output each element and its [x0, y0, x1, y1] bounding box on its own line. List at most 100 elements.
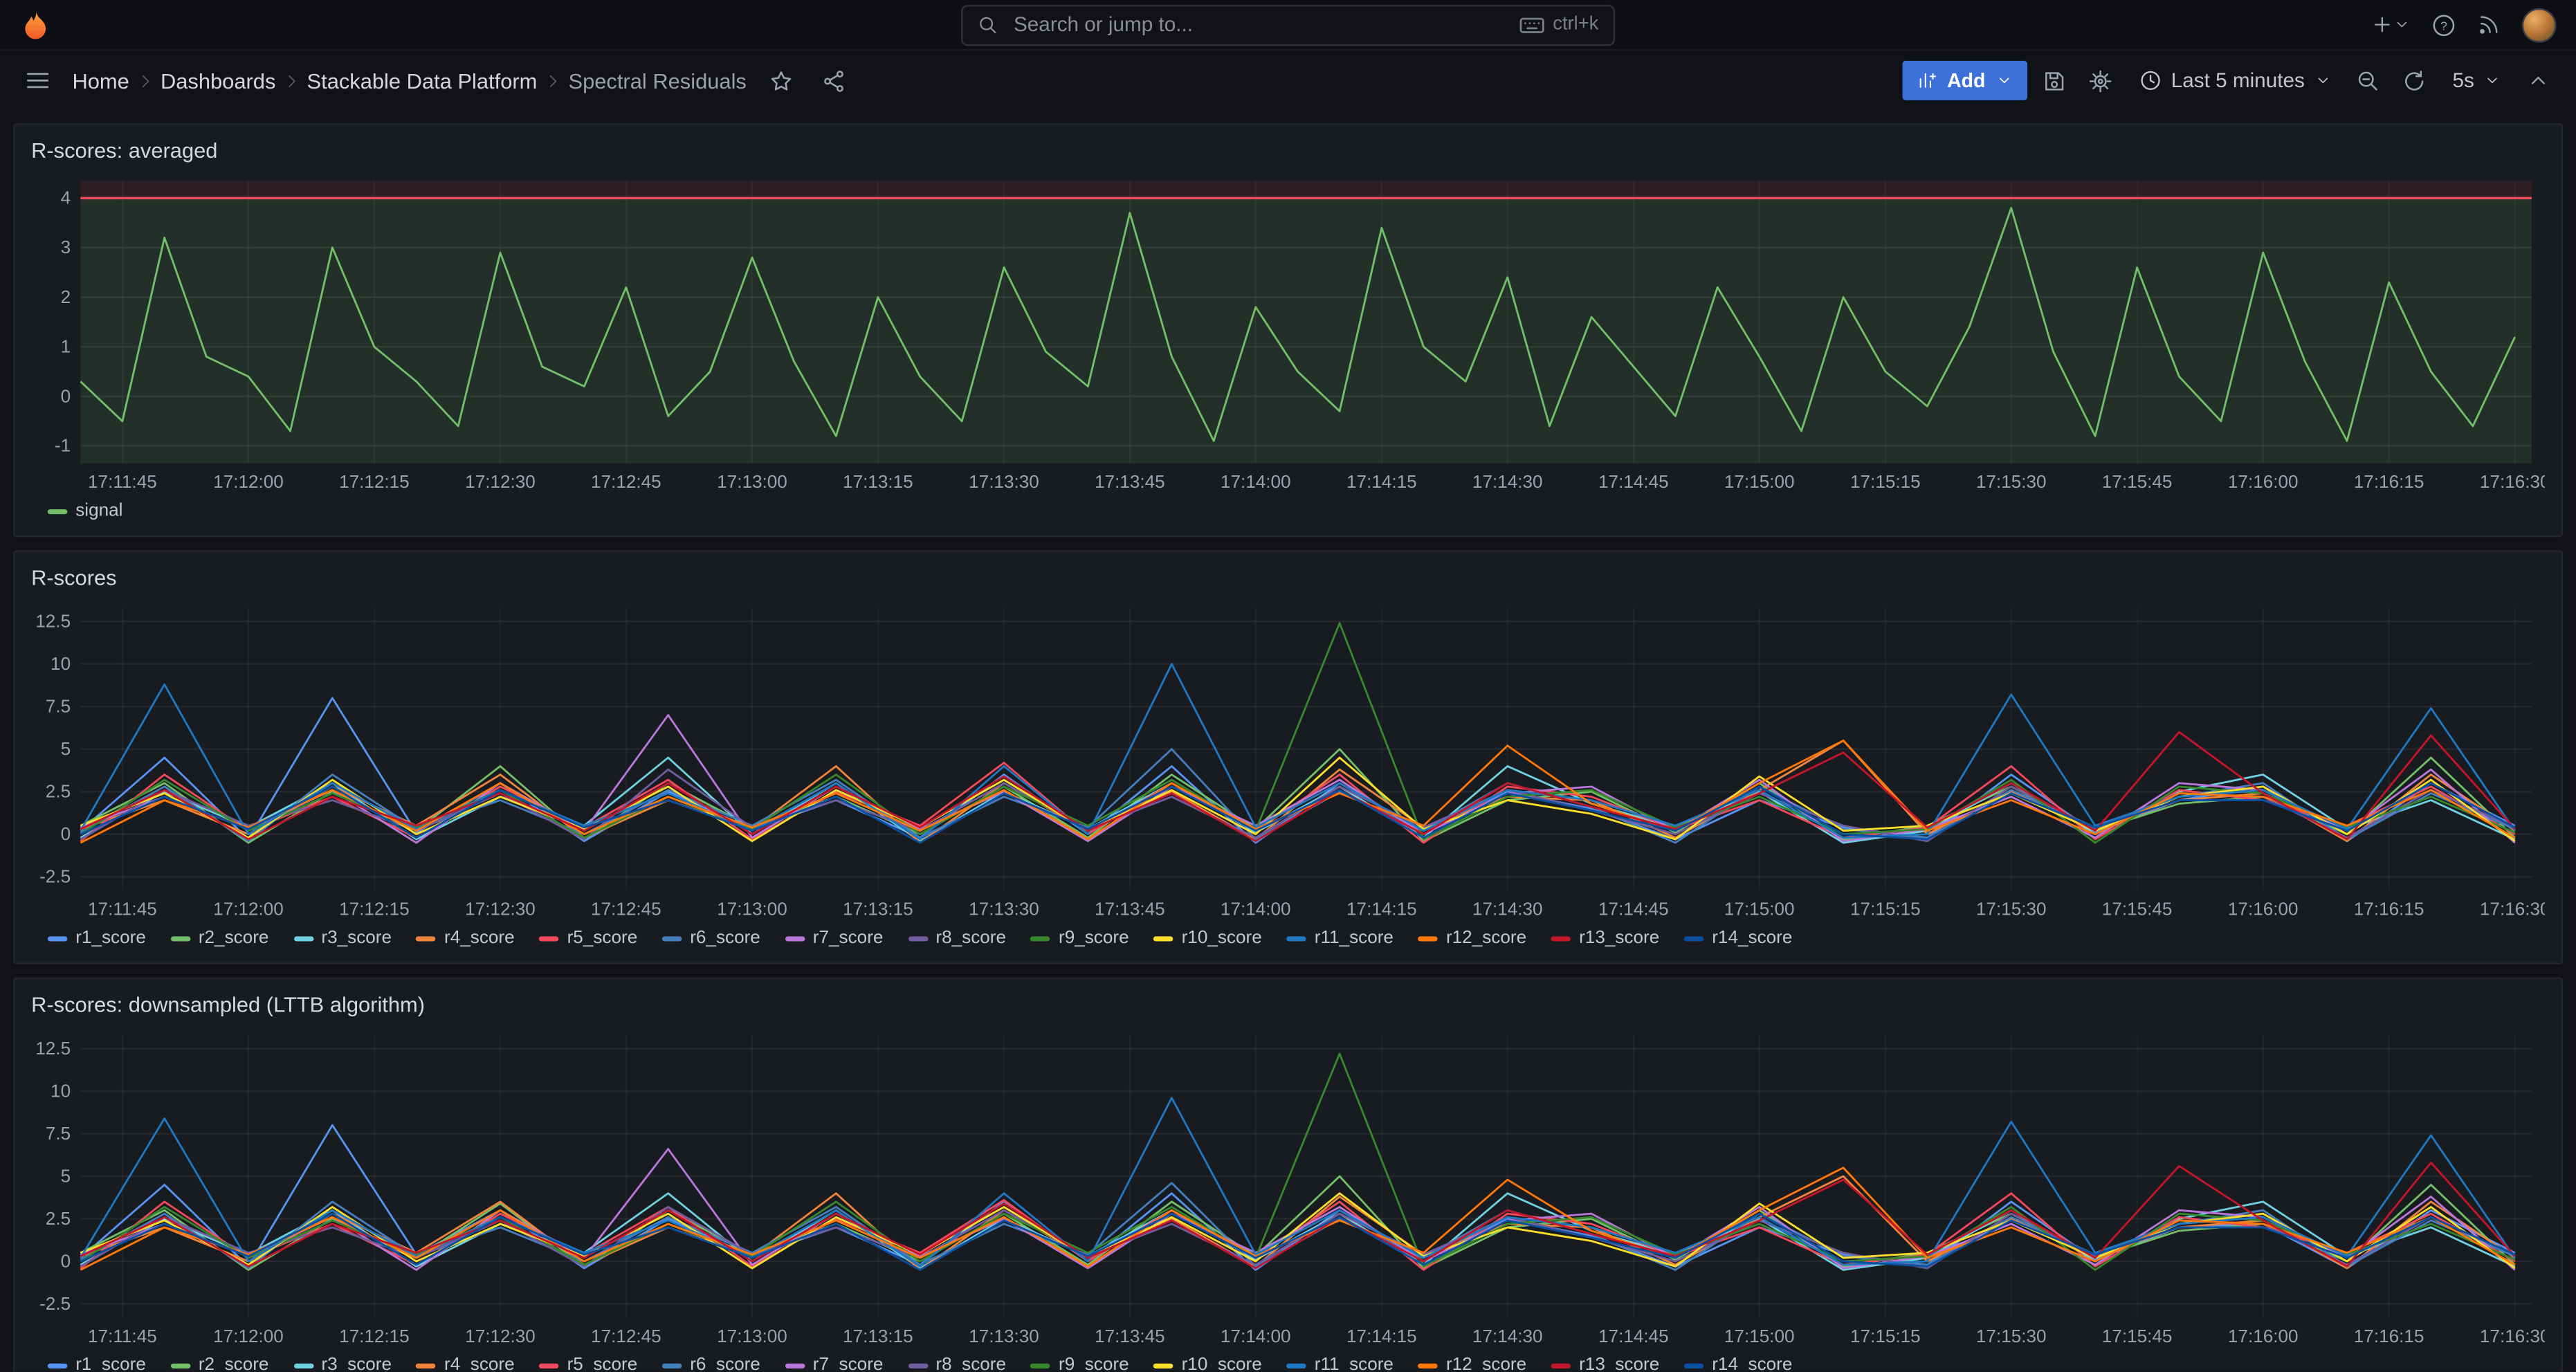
svg-text:17:14:15: 17:14:15	[1346, 1326, 1417, 1346]
svg-text:17:14:00: 17:14:00	[1221, 471, 1291, 492]
breadcrumb-home[interactable]: Home	[72, 68, 129, 93]
series-color-swatch	[785, 935, 804, 940]
legend-item[interactable]: r1_score	[48, 1355, 146, 1372]
refresh-button[interactable]	[2397, 62, 2433, 98]
svg-text:17:12:45: 17:12:45	[591, 471, 661, 492]
legend-label: r6_score	[690, 929, 760, 948]
grafana-flame-icon	[19, 9, 51, 40]
series-color-swatch	[1031, 935, 1050, 940]
legend-item[interactable]: r10_score	[1153, 1355, 1262, 1372]
chart-r-scores-downsampled[interactable]: -2.502.557.51012.517:11:4517:12:0017:12:…	[31, 1025, 2545, 1351]
panel-title[interactable]: R-scores: averaged	[31, 131, 2545, 171]
svg-text:17:13:00: 17:13:00	[717, 471, 787, 492]
legend-item[interactable]: r4_score	[417, 929, 515, 948]
chevron-right-icon	[544, 71, 562, 89]
search-text-field[interactable]	[1010, 12, 1508, 38]
star-dashboard-button[interactable]	[763, 62, 799, 98]
chart-legend: signal	[31, 496, 2545, 527]
legend-item[interactable]: r5_score	[539, 929, 637, 948]
legend-item[interactable]: r10_score	[1153, 929, 1262, 948]
svg-text:17:16:15: 17:16:15	[2354, 1326, 2424, 1346]
legend-label: r3_score	[321, 1355, 392, 1372]
legend-item[interactable]: r13_score	[1551, 1355, 1660, 1372]
svg-text:17:15:45: 17:15:45	[2102, 899, 2173, 920]
chart-r-scores[interactable]: -2.502.557.51012.517:11:4517:12:0017:12:…	[31, 598, 2545, 923]
panel-add-icon	[1917, 71, 1937, 90]
star-icon	[769, 68, 794, 93]
series-color-swatch	[48, 935, 67, 940]
user-avatar[interactable]	[2522, 8, 2557, 42]
svg-text:17:12:15: 17:12:15	[339, 899, 410, 920]
svg-text:17:13:00: 17:13:00	[717, 899, 787, 920]
legend-item[interactable]: r9_score	[1031, 929, 1129, 948]
news-button[interactable]	[2478, 13, 2501, 36]
chart-r-scores-averaged[interactable]: -10123417:11:4517:12:0017:12:1517:12:301…	[31, 171, 2545, 496]
help-button[interactable]: ?	[2431, 12, 2456, 37]
chart-canvas[interactable]: -2.502.557.51012.517:11:4517:12:0017:12:…	[31, 1025, 2545, 1351]
svg-text:17:16:30: 17:16:30	[2480, 899, 2545, 920]
search-input[interactable]: ctrl+k	[961, 4, 1615, 45]
legend-item[interactable]: r4_score	[417, 1355, 515, 1372]
plus-icon	[2371, 13, 2393, 36]
mega-menu-button[interactable]	[19, 62, 55, 98]
chart-canvas[interactable]: -10123417:11:4517:12:0017:12:1517:12:301…	[31, 171, 2545, 496]
legend-item[interactable]: r9_score	[1031, 1355, 1129, 1372]
series-color-swatch	[48, 1363, 67, 1368]
zoom-out-icon	[2357, 68, 2382, 93]
svg-text:17:12:00: 17:12:00	[213, 899, 284, 920]
breadcrumb-dashboards[interactable]: Dashboards	[161, 68, 275, 93]
legend-item[interactable]: r3_score	[293, 1355, 392, 1372]
collapse-toolbar-button[interactable]	[2520, 62, 2556, 98]
series-color-swatch	[1684, 935, 1703, 940]
legend-item[interactable]: r3_score	[293, 929, 392, 948]
panel-r-scores: R-scores -2.502.557.51012.517:11:4517:12…	[13, 550, 2563, 964]
legend-item[interactable]: r6_score	[662, 929, 760, 948]
legend-item[interactable]: signal	[48, 501, 123, 520]
series-color-swatch	[417, 1363, 436, 1368]
legend-item[interactable]: r11_score	[1286, 1355, 1394, 1372]
refresh-interval-dropdown[interactable]: 5s	[2442, 61, 2510, 100]
panel-title[interactable]: R-scores: downsampled (LTTB algorithm)	[31, 986, 2545, 1025]
legend-item[interactable]: r12_score	[1418, 929, 1527, 948]
svg-text:?: ?	[2440, 18, 2447, 32]
zoom-out-time-button[interactable]	[2350, 62, 2386, 98]
panel-title[interactable]: R-scores	[31, 558, 2545, 598]
svg-text:17:14:00: 17:14:00	[1221, 1326, 1291, 1346]
time-range-picker[interactable]: Last 5 minutes	[2128, 61, 2341, 100]
panel-r-scores-downsampled: R-scores: downsampled (LTTB algorithm) -…	[13, 978, 2563, 1372]
svg-text:17:12:30: 17:12:30	[465, 899, 536, 920]
legend-item[interactable]: r14_score	[1684, 1355, 1793, 1372]
svg-text:-2.5: -2.5	[39, 866, 71, 887]
legend-item[interactable]: r14_score	[1684, 929, 1793, 948]
legend-item[interactable]: r5_score	[539, 1355, 637, 1372]
legend-item[interactable]: r7_score	[785, 1355, 883, 1372]
legend-item[interactable]: r1_score	[48, 929, 146, 948]
svg-text:17:14:15: 17:14:15	[1346, 899, 1417, 920]
chart-canvas[interactable]: -2.502.557.51012.517:11:4517:12:0017:12:…	[31, 598, 2545, 923]
legend-label: signal	[75, 501, 122, 520]
svg-text:17:14:30: 17:14:30	[1472, 1326, 1543, 1346]
legend-item[interactable]: r8_score	[908, 929, 1006, 948]
svg-text:17:11:45: 17:11:45	[88, 471, 157, 492]
grafana-app: ctrl+k ?	[0, 0, 2576, 1372]
legend-item[interactable]: r13_score	[1551, 929, 1660, 948]
dashboard-settings-button[interactable]	[2083, 62, 2119, 98]
share-dashboard-button[interactable]	[816, 62, 852, 98]
legend-item[interactable]: r2_score	[170, 1355, 268, 1372]
save-dashboard-button[interactable]	[2036, 62, 2072, 98]
legend-item[interactable]: r7_score	[785, 929, 883, 948]
legend-label: r14_score	[1712, 929, 1792, 948]
legend-item[interactable]: r12_score	[1418, 1355, 1527, 1372]
svg-text:17:12:15: 17:12:15	[339, 471, 410, 492]
grafana-logo[interactable]	[19, 8, 52, 41]
breadcrumb-folder[interactable]: Stackable Data Platform	[307, 68, 538, 93]
add-panel-button[interactable]: Add	[1903, 61, 2027, 100]
legend-item[interactable]: r11_score	[1286, 929, 1394, 948]
legend-item[interactable]: r6_score	[662, 1355, 760, 1372]
svg-text:5: 5	[61, 1165, 71, 1186]
svg-text:17:15:00: 17:15:00	[1724, 899, 1795, 920]
share-icon	[821, 68, 846, 93]
new-dropdown-button[interactable]	[2371, 13, 2410, 36]
legend-item[interactable]: r2_score	[170, 929, 268, 948]
legend-item[interactable]: r8_score	[908, 1355, 1006, 1372]
